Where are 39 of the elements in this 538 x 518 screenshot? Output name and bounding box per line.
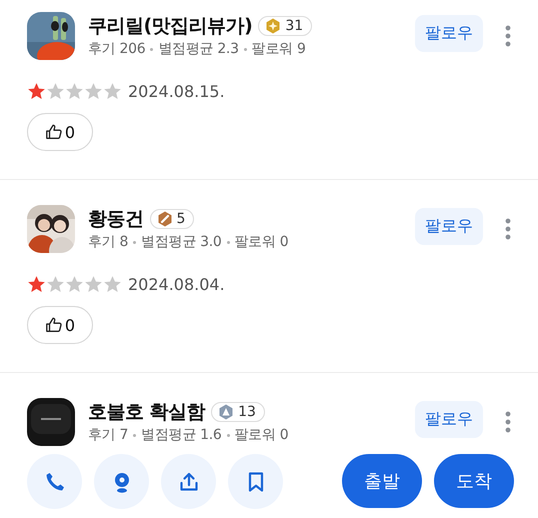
review-date: 2024.08.04. <box>128 275 225 294</box>
review-stat: 후기 7 <box>88 426 128 444</box>
star-icon <box>103 82 122 101</box>
reviewer-name: 쿠리릴(맛집리뷰가) <box>88 14 252 39</box>
level-badge: 31 <box>258 16 312 36</box>
star-icon <box>27 82 46 101</box>
star-icon <box>84 82 103 101</box>
review-stat: 후기 206 <box>88 40 146 58</box>
more-icon[interactable] <box>505 25 511 47</box>
star-icon <box>65 275 84 294</box>
review-stat: 후기 8 <box>88 233 128 251</box>
star-icon <box>46 82 65 101</box>
review-stat: 별점평균 3.0 <box>141 233 222 251</box>
route-button[interactable]: 도착 <box>434 454 514 508</box>
reviewer-name: 황동건 <box>88 207 144 232</box>
review-stat: 팔로워 0 <box>234 426 288 444</box>
more-icon[interactable] <box>505 218 511 240</box>
route-button[interactable]: 출발 <box>342 454 422 508</box>
follow-button[interactable]: 팔로우 <box>415 15 483 52</box>
review-stat: 별점평균 1.6 <box>141 426 222 444</box>
thumbs-up-icon <box>44 316 63 334</box>
follow-button[interactable]: 팔로우 <box>415 208 483 245</box>
star-icon <box>65 82 84 101</box>
review-stat: 팔로워 0 <box>234 233 288 251</box>
thumbs-up-icon <box>44 123 63 141</box>
star-icon <box>46 275 65 294</box>
review-stat: 별점평균 2.3 <box>158 40 239 58</box>
like-button[interactable]: 0 <box>27 113 93 151</box>
like-button[interactable]: 0 <box>27 306 93 344</box>
star-icon <box>103 275 122 294</box>
level-badge: 13 <box>211 402 265 422</box>
review-stat: 팔로워 9 <box>252 40 306 58</box>
star-icon <box>27 275 46 294</box>
more-icon[interactable] <box>505 411 511 433</box>
follow-button[interactable]: 팔로우 <box>415 401 483 438</box>
reviewer-name: 호불호 확실함 <box>88 400 206 425</box>
star-icon <box>84 275 103 294</box>
review-date: 2024.08.15. <box>128 82 225 101</box>
level-badge: 5 <box>150 209 194 229</box>
